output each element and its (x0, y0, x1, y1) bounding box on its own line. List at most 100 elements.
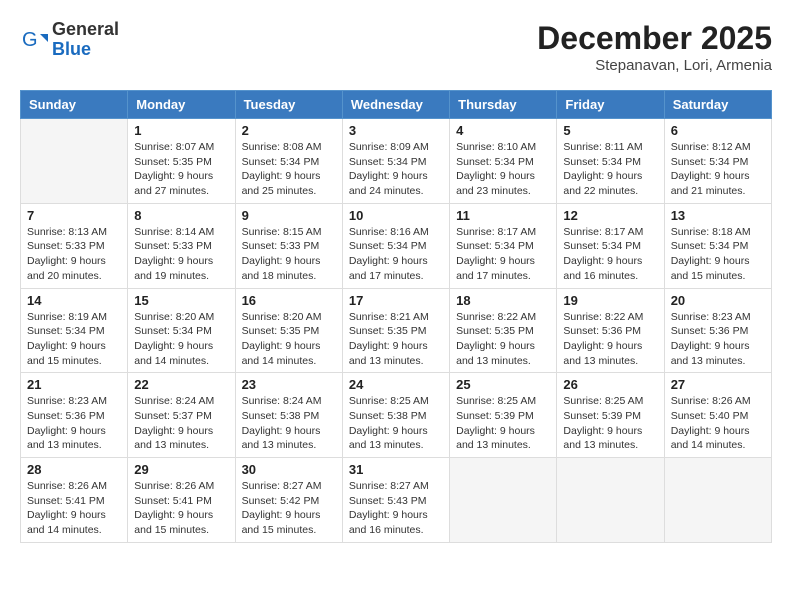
day-info: Sunrise: 8:25 AMSunset: 5:39 PMDaylight:… (563, 394, 657, 453)
day-number: 2 (242, 123, 336, 138)
day-info: Sunrise: 8:17 AMSunset: 5:34 PMDaylight:… (456, 225, 550, 284)
day-cell-10: 9 Sunrise: 8:15 AMSunset: 5:33 PMDaylight… (235, 203, 342, 288)
day-number: 7 (27, 208, 121, 223)
location-subtitle: Stepanavan, Lori, Armenia (537, 57, 772, 74)
day-cell-14: 13Sunrise: 8:18 AMSunset: 5:34 PMDayligh… (664, 203, 771, 288)
week-row-2: 7 Sunrise: 8:13 AMSunset: 5:33 PMDaylight… (21, 203, 772, 288)
day-number: 17 (349, 293, 443, 308)
day-cell-34 (557, 458, 664, 543)
day-info: Sunrise: 8:24 AMSunset: 5:37 PMDaylight:… (134, 394, 228, 453)
day-number: 15 (134, 293, 228, 308)
week-row-4: 21Sunrise: 8:23 AMSunset: 5:36 PMDayligh… (21, 373, 772, 458)
day-number: 25 (456, 377, 550, 392)
day-cell-16: 15 Sunrise: 8:20 AMSunset: 5:34 PMDayligh… (128, 288, 235, 373)
title-block: December 2025 Stepanavan, Lori, Armenia (537, 20, 772, 74)
header-thursday: Thursday (450, 91, 557, 119)
day-cell-8: 7 Sunrise: 8:13 AMSunset: 5:33 PMDaylight… (21, 203, 128, 288)
logo-blue-text: Blue (52, 40, 119, 60)
day-cell-30: 29Sunrise: 8:26 AMSunset: 5:41 PMDayligh… (128, 458, 235, 543)
day-number: 20 (671, 293, 765, 308)
day-cell-32: 31 Sunrise: 8:27 AMSunset: 5:43 PMDayligh… (342, 458, 449, 543)
day-info: Sunrise: 8:25 AMSunset: 5:38 PMDaylight:… (349, 394, 443, 453)
page-header: G General Blue December 2025 Stepanavan,… (20, 20, 772, 74)
logo-icon: G (20, 26, 48, 54)
day-info: Sunrise: 8:13 AMSunset: 5:33 PMDaylight:… (27, 225, 121, 284)
week-row-5: 28Sunrise: 8:26 AMSunset: 5:41 PMDayligh… (21, 458, 772, 543)
day-number: 26 (563, 377, 657, 392)
day-info: Sunrise: 8:25 AMSunset: 5:39 PMDaylight:… (456, 394, 550, 453)
day-number: 14 (27, 293, 121, 308)
day-info: Sunrise: 8:26 AMSunset: 5:40 PMDaylight:… (671, 394, 765, 453)
month-year-title: December 2025 (537, 20, 772, 57)
day-number: 3 (349, 123, 443, 138)
day-number: 8 (134, 208, 228, 223)
day-number: 16 (242, 293, 336, 308)
header-tuesday: Tuesday (235, 91, 342, 119)
day-number: 11 (456, 208, 550, 223)
day-cell-7: 6 Sunrise: 8:12 AMSunset: 5:34 PMDaylight… (664, 119, 771, 204)
weekday-header-row: Sunday Monday Tuesday Wednesday Thursday… (21, 91, 772, 119)
day-info: Sunrise: 8:27 AMSunset: 5:42 PMDaylight:… (242, 479, 336, 538)
day-info: Sunrise: 8:12 AMSunset: 5:34 PMDaylight:… (671, 140, 765, 199)
day-number: 1 (134, 123, 228, 138)
day-info: Sunrise: 8:22 AMSunset: 5:35 PMDaylight:… (456, 310, 550, 369)
day-info: Sunrise: 8:16 AMSunset: 5:34 PMDaylight:… (349, 225, 443, 284)
day-cell-19: 18 Sunrise: 8:22 AMSunset: 5:35 PMDayligh… (450, 288, 557, 373)
day-number: 30 (242, 462, 336, 477)
day-cell-29: 28Sunrise: 8:26 AMSunset: 5:41 PMDayligh… (21, 458, 128, 543)
day-number: 5 (563, 123, 657, 138)
day-info: Sunrise: 8:14 AMSunset: 5:33 PMDaylight:… (134, 225, 228, 284)
logo-general-text: General (52, 20, 119, 40)
day-number: 31 (349, 462, 443, 477)
day-info: Sunrise: 8:08 AMSunset: 5:34 PMDaylight:… (242, 140, 336, 199)
day-info: Sunrise: 8:15 AMSunset: 5:33 PMDaylight:… (242, 225, 336, 284)
day-info: Sunrise: 8:09 AMSunset: 5:34 PMDaylight:… (349, 140, 443, 199)
day-info: Sunrise: 8:26 AMSunset: 5:41 PMDaylight:… (27, 479, 121, 538)
header-monday: Monday (128, 91, 235, 119)
day-info: Sunrise: 8:20 AMSunset: 5:35 PMDaylight:… (242, 310, 336, 369)
day-cell-11: 10 Sunrise: 8:16 AMSunset: 5:34 PMDayligh… (342, 203, 449, 288)
day-cell-17: 16 Sunrise: 8:20 AMSunset: 5:35 PMDayligh… (235, 288, 342, 373)
day-cell-33 (450, 458, 557, 543)
day-cell-2: 1Sunrise: 8:07 AMSunset: 5:35 PMDaylight… (128, 119, 235, 204)
day-number: 27 (671, 377, 765, 392)
header-friday: Friday (557, 91, 664, 119)
day-cell-1 (21, 119, 128, 204)
day-cell-18: 17Sunrise: 8:21 AMSunset: 5:35 PMDayligh… (342, 288, 449, 373)
day-cell-31: 30 Sunrise: 8:27 AMSunset: 5:42 PMDayligh… (235, 458, 342, 543)
day-cell-20: 19Sunrise: 8:22 AMSunset: 5:36 PMDayligh… (557, 288, 664, 373)
day-info: Sunrise: 8:24 AMSunset: 5:38 PMDaylight:… (242, 394, 336, 453)
day-info: Sunrise: 8:18 AMSunset: 5:34 PMDaylight:… (671, 225, 765, 284)
day-cell-27: 26 Sunrise: 8:25 AMSunset: 5:39 PMDayligh… (557, 373, 664, 458)
day-cell-12: 11 Sunrise: 8:17 AMSunset: 5:34 PMDayligh… (450, 203, 557, 288)
day-number: 29 (134, 462, 228, 477)
day-cell-25: 24 Sunrise: 8:25 AMSunset: 5:38 PMDayligh… (342, 373, 449, 458)
day-cell-13: 12 Sunrise: 8:17 AMSunset: 5:34 PMDayligh… (557, 203, 664, 288)
week-row-1: 1Sunrise: 8:07 AMSunset: 5:35 PMDaylight… (21, 119, 772, 204)
day-number: 9 (242, 208, 336, 223)
day-info: Sunrise: 8:11 AMSunset: 5:34 PMDaylight:… (563, 140, 657, 199)
day-cell-23: 22Sunrise: 8:24 AMSunset: 5:37 PMDayligh… (128, 373, 235, 458)
day-info: Sunrise: 8:17 AMSunset: 5:34 PMDaylight:… (563, 225, 657, 284)
header-sunday: Sunday (21, 91, 128, 119)
day-number: 10 (349, 208, 443, 223)
header-wednesday: Wednesday (342, 91, 449, 119)
day-number: 12 (563, 208, 657, 223)
day-cell-28: 27 Sunrise: 8:26 AMSunset: 5:40 PMDayligh… (664, 373, 771, 458)
day-info: Sunrise: 8:20 AMSunset: 5:34 PMDaylight:… (134, 310, 228, 369)
day-info: Sunrise: 8:27 AMSunset: 5:43 PMDaylight:… (349, 479, 443, 538)
day-cell-9: 8 Sunrise: 8:14 AMSunset: 5:33 PMDaylight… (128, 203, 235, 288)
day-cell-24: 23Sunrise: 8:24 AMSunset: 5:38 PMDayligh… (235, 373, 342, 458)
day-cell-22: 21Sunrise: 8:23 AMSunset: 5:36 PMDayligh… (21, 373, 128, 458)
day-number: 21 (27, 377, 121, 392)
header-saturday: Saturday (664, 91, 771, 119)
day-number: 24 (349, 377, 443, 392)
svg-text:G: G (22, 29, 38, 51)
day-number: 18 (456, 293, 550, 308)
day-number: 4 (456, 123, 550, 138)
day-info: Sunrise: 8:22 AMSunset: 5:36 PMDaylight:… (563, 310, 657, 369)
day-cell-6: 5 Sunrise: 8:11 AMSunset: 5:34 PMDaylight… (557, 119, 664, 204)
day-info: Sunrise: 8:19 AMSunset: 5:34 PMDaylight:… (27, 310, 121, 369)
day-cell-5: 4Sunrise: 8:10 AMSunset: 5:34 PMDaylight… (450, 119, 557, 204)
day-number: 6 (671, 123, 765, 138)
